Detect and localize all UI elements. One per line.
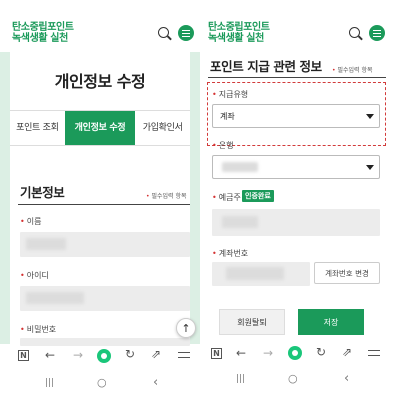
recent-apps-icon[interactable]: ||| (236, 374, 245, 384)
hamburger-icon[interactable] (368, 349, 380, 359)
n-icon[interactable]: N (211, 348, 222, 359)
tab-membership-certificate[interactable]: 가입확인서 (135, 111, 190, 145)
search-icon[interactable] (349, 27, 360, 38)
bank-redacted (222, 162, 258, 172)
required-note: • 필수입력 항목 (332, 67, 373, 74)
tab-point-inquiry[interactable]: 포인트 조회 (10, 111, 65, 145)
name-redacted (26, 238, 66, 250)
back-icon[interactable]: ← (236, 347, 246, 359)
payment-type-select[interactable]: 계좌 (212, 104, 380, 128)
chevron-down-icon (366, 114, 374, 119)
field-label-id: • 아이디 (20, 271, 49, 280)
back-icon[interactable]: ← (45, 349, 55, 361)
tab-edit-profile[interactable]: 개인정보 수정 (64, 111, 136, 145)
share-icon[interactable]: ⇗ (151, 348, 161, 360)
menu-icon[interactable] (369, 25, 385, 41)
required-note: • 필수입력 항목 (146, 193, 187, 200)
profile-tabs: 포인트 조회 개인정보 수정 가입확인서 (10, 110, 190, 146)
field-label-payment-type: • 지급유형 (212, 90, 249, 99)
forward-icon[interactable]: → (263, 347, 273, 359)
payment-type-value: 계좌 (220, 111, 235, 121)
chevron-down-icon (366, 165, 374, 170)
system-back-icon[interactable]: ‹ (153, 375, 158, 390)
verified-badge: 인증완료 (242, 190, 274, 202)
field-label-account: • 계좌번호 (212, 249, 249, 258)
search-icon[interactable] (158, 27, 169, 38)
arrow-up-icon: ↑ (181, 321, 191, 335)
refresh-icon[interactable]: ↻ (316, 346, 326, 358)
field-label-password: • 비밀번호 (20, 325, 57, 334)
hamburger-icon[interactable] (178, 351, 190, 361)
depositor-redacted (222, 216, 258, 228)
field-label-bank: • 은행 (212, 141, 234, 150)
system-back-icon[interactable]: ‹ (344, 371, 349, 386)
recent-apps-icon[interactable]: ||| (45, 378, 54, 388)
field-label-name: • 이름 (20, 217, 42, 226)
system-home-icon[interactable]: ○ (288, 372, 298, 385)
system-home-icon[interactable]: ○ (97, 376, 107, 389)
section-divider (18, 204, 190, 205)
id-redacted (26, 292, 84, 304)
brand-logo-right[interactable]: 탄소중립포인트 녹색생활 실천 (208, 22, 270, 44)
brand-line1: 탄소중립포인트 (208, 22, 270, 33)
share-icon[interactable]: ⇗ (342, 346, 352, 358)
refresh-icon[interactable]: ↻ (125, 348, 135, 360)
page-title: 개인정보 수정 (54, 72, 146, 91)
withdraw-button[interactable]: 회원탈퇴 (219, 309, 285, 335)
home-icon[interactable] (288, 346, 302, 360)
n-icon[interactable]: N (18, 350, 29, 361)
forward-icon[interactable]: → (73, 349, 83, 361)
brand-line2: 녹색생활 실천 (208, 33, 264, 44)
scroll-top-button[interactable]: ↑ (176, 318, 196, 338)
section-divider (208, 77, 386, 78)
save-button[interactable]: 저장 (298, 309, 364, 335)
change-account-button[interactable]: 계좌번호 변경 (314, 262, 380, 284)
home-icon[interactable] (97, 349, 111, 363)
password-field[interactable] (20, 338, 190, 346)
field-label-depositor: • 예금주 (212, 193, 241, 202)
account-redacted (226, 267, 284, 280)
section-title-point-payment: 포인트 지급 관련 정보 (210, 59, 322, 74)
menu-icon[interactable] (178, 25, 194, 41)
brand-line1: 탄소중립포인트 (12, 22, 74, 33)
section-title-basic-info: 기본정보 (20, 185, 65, 200)
brand-logo-left[interactable]: 탄소중립포인트 녹색생활 실천 (12, 22, 74, 44)
brand-line2: 녹색생활 실천 (12, 33, 68, 44)
